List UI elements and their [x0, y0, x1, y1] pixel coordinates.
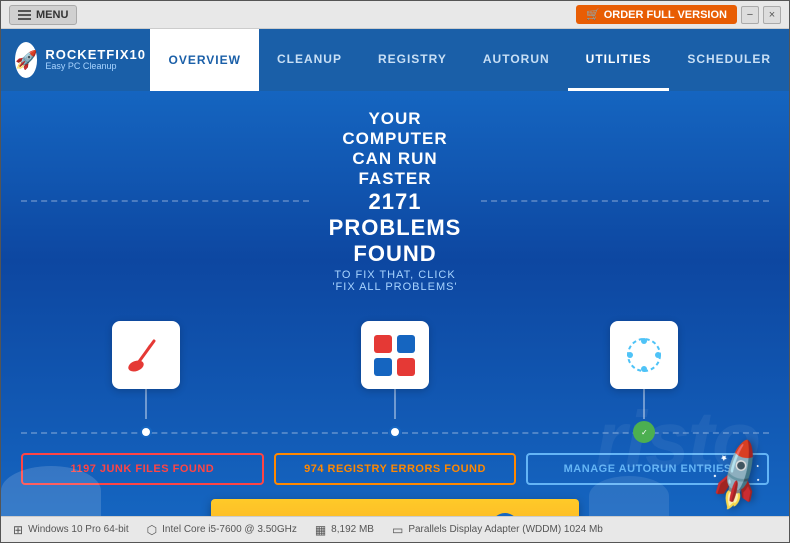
nav-tabs: OVERVIEW CLEANUP REGISTRY AUTORUN UTILIT… [150, 29, 789, 91]
order-button[interactable]: 🛒 ORDER FULL VERSION [576, 5, 737, 24]
app-window: MENU 🛒 ORDER FULL VERSION − × 🚀 ROCKETFI… [0, 0, 790, 543]
cloud-decoration-right [589, 476, 669, 516]
autorun-info-label: MANAGE AUTORUN ENTRIES [564, 463, 732, 475]
tab-cleanup[interactable]: CLEANUP [259, 29, 360, 91]
cart-icon: 🛒 [586, 8, 600, 21]
icons-row [21, 321, 769, 419]
tab-overview[interactable]: OVERVIEW [150, 29, 258, 91]
autorun-icon-col [520, 321, 769, 419]
registry-icon-box [361, 321, 429, 389]
logo-icon: 🚀 [15, 42, 37, 78]
registry-sq-2 [397, 335, 415, 353]
navbar: 🚀 ROCKETFIX10 Easy PC Cleanup OVERVIEW C… [1, 29, 789, 91]
junk-icon-col [21, 321, 270, 419]
dot-autorun-check: ✓ [633, 421, 655, 443]
display-icon: ▭ [392, 523, 403, 537]
windows-icon: ⊞ [13, 523, 23, 537]
dot-junk [21, 426, 270, 438]
ram-icon: ▦ [315, 523, 326, 537]
registry-sq-3 [374, 358, 392, 376]
headline-title: YOUR COMPUTER CAN RUN FASTER [329, 109, 462, 189]
dashes-left [21, 200, 309, 202]
tab-autorun[interactable]: AUTORUN [465, 29, 568, 91]
menu-label: MENU [36, 9, 68, 21]
dot-autorun: ✓ [520, 421, 769, 443]
logo-area: 🚀 ROCKETFIX10 Easy PC Cleanup [1, 29, 150, 91]
registry-icon-stem [394, 389, 396, 419]
tab-utilities[interactable]: UTILITIES [568, 29, 670, 91]
registry-info-box[interactable]: 974 REGISTRY ERRORS FOUND [274, 453, 517, 485]
menu-icon [18, 10, 31, 20]
broom-icon [126, 335, 166, 375]
logo-text: ROCKETFIX10 Easy PC Cleanup [45, 48, 146, 72]
junk-icon-stem [145, 389, 147, 419]
registry-info-label: 974 REGISTRY ERRORS FOUND [304, 463, 486, 475]
dot-junk-circle [140, 426, 152, 438]
junk-icon-box [112, 321, 180, 389]
statusbar: ⊞ Windows 10 Pro 64-bit ⬡ Intel Core i5-… [1, 516, 789, 542]
autorun-icon-box [610, 321, 678, 389]
cloud-decoration-left [1, 466, 101, 516]
close-button[interactable]: × [763, 6, 781, 24]
main-content: risto YOUR COMPUTER CAN RUN FASTER 2171 … [1, 91, 789, 516]
titlebar-controls: 🛒 ORDER FULL VERSION − × [576, 5, 781, 24]
headline: YOUR COMPUTER CAN RUN FASTER 2171 PROBLE… [309, 109, 482, 293]
cpu-icon: ⬡ [147, 523, 157, 537]
registry-grid [364, 325, 425, 386]
logo-title: ROCKETFIX10 [45, 48, 146, 62]
status-os: ⊞ Windows 10 Pro 64-bit [13, 523, 129, 537]
fix-all-button[interactable]: FIX ALL PROBLEMS! ✓ [211, 499, 579, 516]
status-display: ▭ Parallels Display Adapter (WDDM) 1024 … [392, 523, 603, 537]
minimize-button[interactable]: − [741, 6, 759, 24]
headline-sub: TO FIX THAT, CLICK 'FIX ALL PROBLEMS' [329, 269, 462, 293]
dashes-right [481, 200, 769, 202]
registry-sq-1 [374, 335, 392, 353]
dot-registry [270, 426, 519, 438]
headline-count: 2171 PROBLEMS FOUND [329, 189, 462, 267]
status-cpu-label: Intel Core i5-7600 @ 3.50GHz [162, 524, 297, 535]
info-boxes: 1197 JUNK FILES FOUND 974 REGISTRY ERROR… [21, 453, 769, 485]
autorun-icon-stem [643, 389, 645, 419]
registry-sq-4 [397, 358, 415, 376]
dashes-row-top: YOUR COMPUTER CAN RUN FASTER 2171 PROBLE… [21, 109, 769, 293]
dots-row: ✓ [21, 421, 769, 443]
tab-scheduler[interactable]: SCHEDULER [669, 29, 789, 91]
fix-check-icon: ✓ [491, 513, 519, 516]
tab-registry[interactable]: REGISTRY [360, 29, 465, 91]
registry-icon-col [270, 321, 519, 419]
status-cpu: ⬡ Intel Core i5-7600 @ 3.50GHz [147, 523, 297, 537]
status-ram-label: 8,192 MB [331, 524, 374, 535]
titlebar: MENU 🛒 ORDER FULL VERSION − × [1, 1, 789, 29]
autorun-icon-svg [623, 334, 665, 376]
logo-subtitle: Easy PC Cleanup [45, 62, 146, 72]
status-os-label: Windows 10 Pro 64-bit [28, 524, 129, 535]
status-ram: ▦ 8,192 MB [315, 523, 374, 537]
status-display-label: Parallels Display Adapter (WDDM) 1024 Mb [408, 524, 603, 535]
titlebar-left: MENU [9, 5, 77, 25]
junk-info-label: 1197 JUNK FILES FOUND [70, 463, 214, 475]
dot-registry-circle [389, 426, 401, 438]
menu-button[interactable]: MENU [9, 5, 77, 25]
order-label: ORDER FULL VERSION [604, 9, 727, 21]
